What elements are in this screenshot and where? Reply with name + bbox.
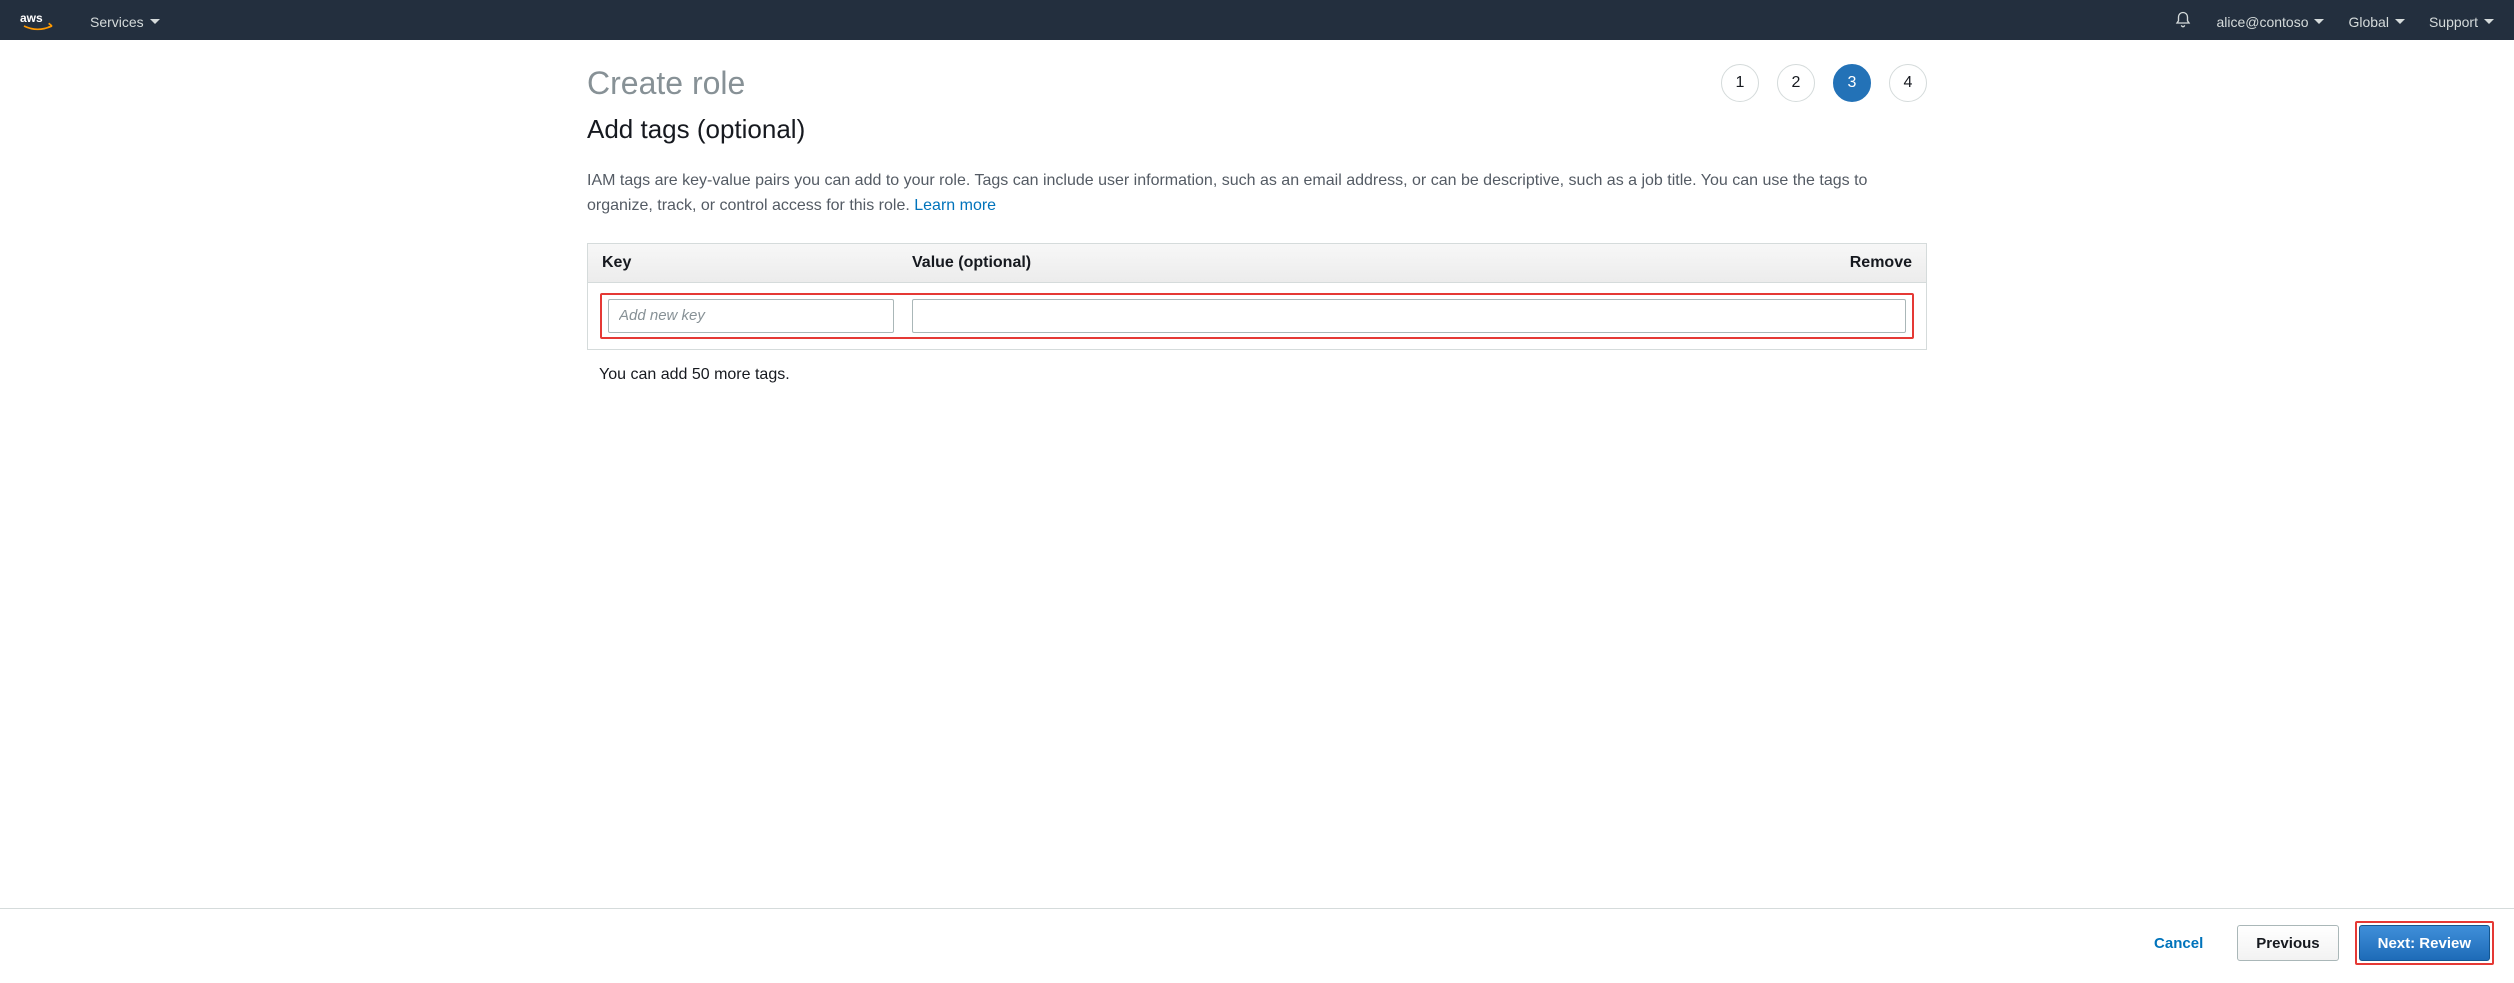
previous-button[interactable]: Previous — [2237, 925, 2338, 961]
next-review-button[interactable]: Next: Review — [2359, 925, 2490, 961]
top-nav-right: alice@contoso Global Support — [2174, 11, 2494, 32]
svg-text:aws: aws — [20, 11, 43, 25]
top-nav: aws Services alice@contoso Global Suppor… — [0, 0, 2514, 40]
tag-value-input[interactable] — [912, 299, 1906, 333]
caret-down-icon — [2395, 19, 2405, 24]
description-text: IAM tags are key-value pairs you can add… — [587, 172, 1867, 214]
header-row: Create role 1 2 3 4 — [587, 64, 1927, 102]
step-4[interactable]: 4 — [1889, 64, 1927, 102]
description: IAM tags are key-value pairs you can add… — [587, 169, 1927, 219]
th-value: Value (optional) — [912, 254, 1822, 272]
th-key: Key — [602, 254, 912, 272]
page-title: Create role — [587, 65, 745, 102]
account-menu[interactable]: alice@contoso — [2216, 14, 2324, 30]
tags-header: Key Value (optional) Remove — [588, 244, 1926, 283]
next-button-highlight: Next: Review — [2355, 921, 2494, 965]
learn-more-link[interactable]: Learn more — [914, 197, 996, 214]
tag-key-input[interactable] — [608, 299, 894, 333]
caret-down-icon — [2314, 19, 2324, 24]
tags-row — [588, 283, 1926, 349]
th-remove: Remove — [1822, 254, 1912, 272]
section-title: Add tags (optional) — [587, 114, 1927, 145]
services-label: Services — [90, 14, 144, 30]
cancel-button[interactable]: Cancel — [2136, 925, 2221, 961]
wizard-steps: 1 2 3 4 — [1721, 64, 1927, 102]
caret-down-icon — [150, 19, 160, 24]
region-menu[interactable]: Global — [2348, 14, 2404, 30]
support-label: Support — [2429, 14, 2478, 30]
tag-input-highlight — [600, 293, 1914, 339]
aws-logo[interactable]: aws — [20, 10, 60, 34]
account-label: alice@contoso — [2216, 14, 2308, 30]
caret-down-icon — [2484, 19, 2494, 24]
support-menu[interactable]: Support — [2429, 14, 2494, 30]
region-label: Global — [2348, 14, 2388, 30]
tags-table: Key Value (optional) Remove — [587, 243, 1927, 350]
tags-hint: You can add 50 more tags. — [587, 350, 1927, 394]
top-nav-left: aws Services — [20, 10, 160, 34]
step-2[interactable]: 2 — [1777, 64, 1815, 102]
step-1[interactable]: 1 — [1721, 64, 1759, 102]
main-content: Create role 1 2 3 4 Add tags (optional) … — [567, 40, 1947, 394]
footer-bar: Cancel Previous Next: Review — [0, 908, 2514, 983]
services-menu[interactable]: Services — [90, 14, 160, 30]
step-3[interactable]: 3 — [1833, 64, 1871, 102]
notifications-icon[interactable] — [2174, 11, 2192, 32]
